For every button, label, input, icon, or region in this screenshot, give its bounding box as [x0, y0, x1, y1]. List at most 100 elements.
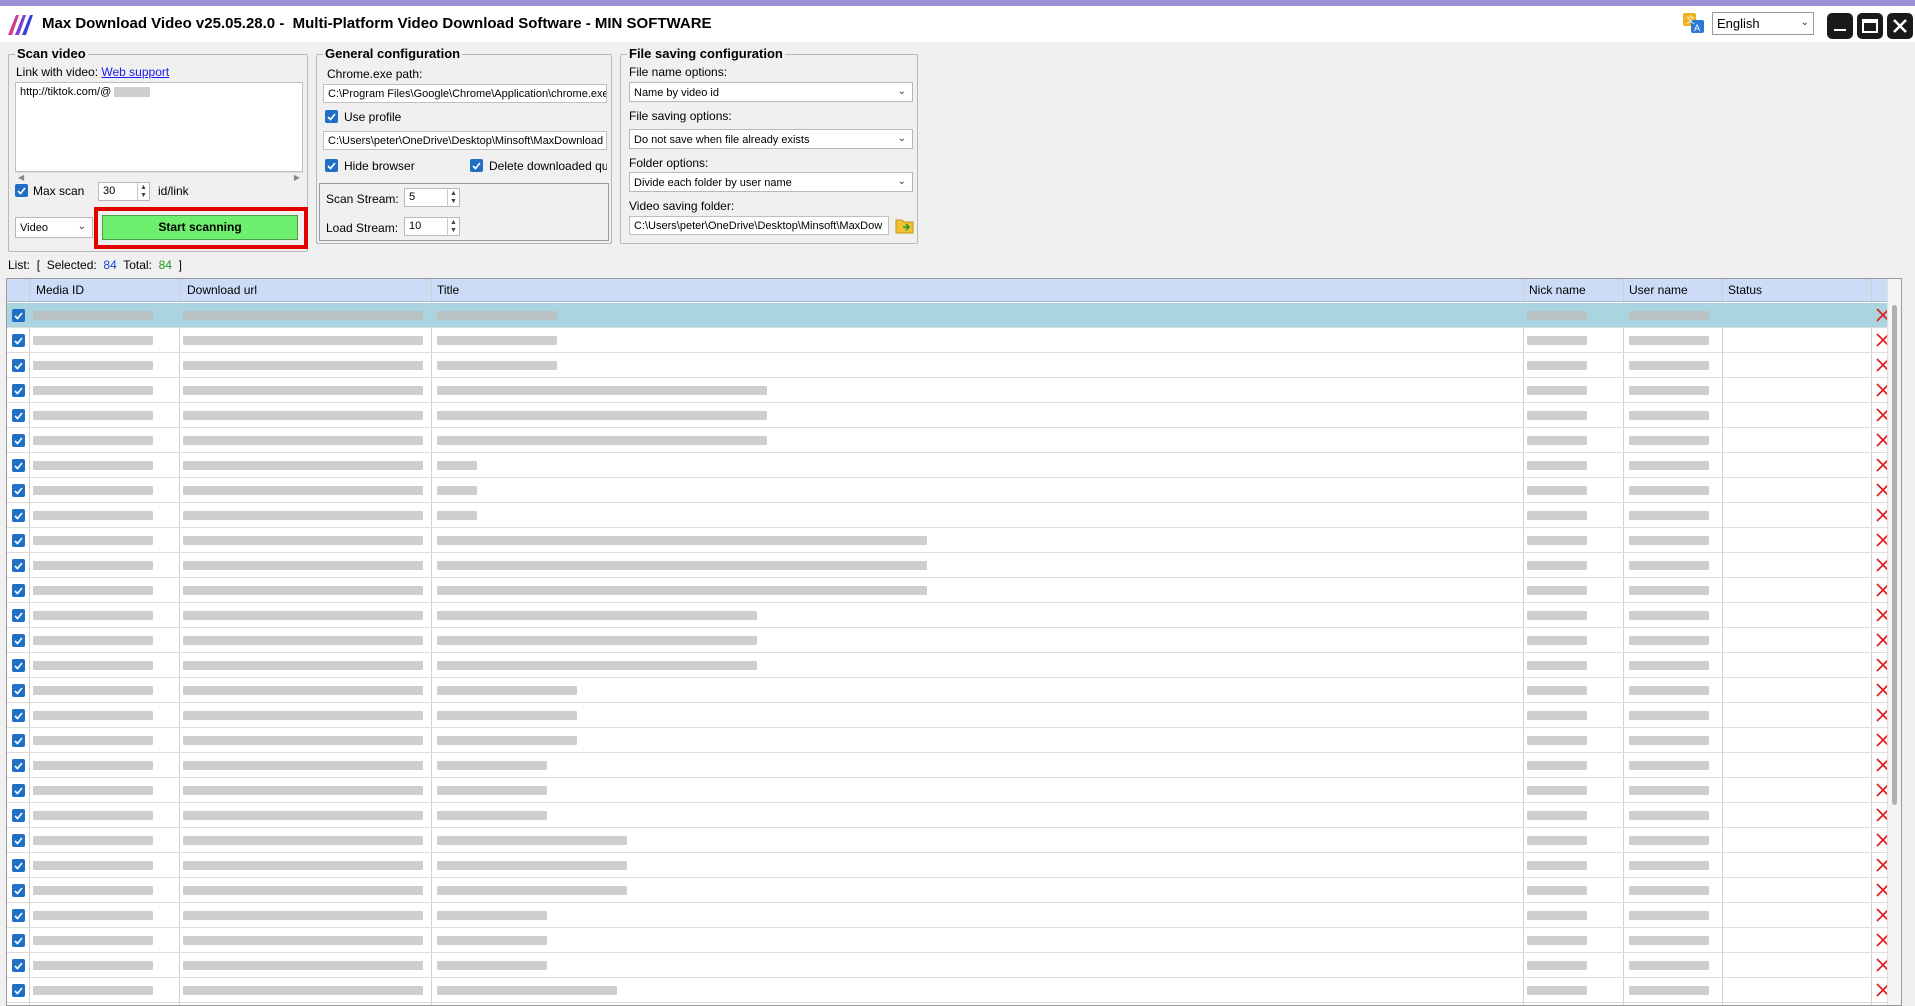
links-textarea[interactable]: http://tiktok.com/@ [15, 82, 303, 172]
col-media-id[interactable]: Media ID [36, 283, 84, 297]
folder-browse-icon[interactable] [895, 215, 915, 235]
table-row[interactable] [7, 678, 1890, 703]
row-checkbox[interactable] [12, 509, 25, 522]
row-checkbox[interactable] [12, 384, 25, 397]
table-row[interactable] [7, 828, 1890, 853]
row-checkbox[interactable] [12, 534, 25, 547]
col-nick-name[interactable]: Nick name [1529, 283, 1586, 297]
minimize-button[interactable] [1827, 13, 1853, 39]
row-checkbox[interactable] [12, 934, 25, 947]
row-checkbox[interactable] [12, 984, 25, 997]
row-checkbox[interactable] [12, 609, 25, 622]
max-scan-checkbox[interactable] [15, 184, 28, 197]
table-row[interactable] [7, 303, 1890, 328]
col-download-url[interactable]: Download url [187, 283, 257, 297]
table-row[interactable] [7, 703, 1890, 728]
row-checkbox[interactable] [12, 484, 25, 497]
row-checkbox[interactable] [12, 309, 25, 322]
col-status[interactable]: Status [1728, 283, 1762, 297]
scroll-right-icon[interactable]: ▶ [294, 173, 300, 182]
chrome-path-input[interactable]: C:\Program Files\Google\Chrome\Applicati… [323, 84, 607, 103]
row-checkbox[interactable] [12, 334, 25, 347]
load-stream-stepper[interactable]: 10 ▲ ▼ [404, 217, 460, 236]
row-checkbox[interactable] [12, 659, 25, 672]
redacted-cell [1629, 411, 1709, 420]
col-user-name[interactable]: User name [1629, 283, 1688, 297]
table-row[interactable] [7, 403, 1890, 428]
table-row[interactable] [7, 928, 1890, 953]
redacted-cell [33, 461, 153, 470]
table-row[interactable] [7, 853, 1890, 878]
table-row[interactable] [7, 878, 1890, 903]
stepper-buttons[interactable]: ▲ ▼ [137, 183, 149, 200]
folder-options-select[interactable]: Divide each folder by user name ⌄ [629, 172, 913, 192]
row-checkbox[interactable] [12, 359, 25, 372]
file-saving-select[interactable]: Do not save when file already exists ⌄ [629, 129, 913, 149]
use-profile-checkbox[interactable] [325, 110, 338, 123]
language-select[interactable]: English ⌄ [1712, 12, 1814, 35]
selected-count: 84 [103, 258, 117, 272]
profile-path-input[interactable]: C:\Users\peter\OneDrive\Desktop\Minsoft\… [323, 131, 607, 150]
max-scan-label: Max scan [33, 184, 85, 198]
check-icon [14, 337, 23, 345]
row-checkbox[interactable] [12, 434, 25, 447]
table-row[interactable] [7, 328, 1890, 353]
table-row[interactable] [7, 728, 1890, 753]
start-scanning-button[interactable]: Start scanning [102, 215, 298, 240]
redacted-cell [437, 811, 547, 820]
table-row[interactable] [7, 903, 1890, 928]
scroll-thumb[interactable] [1892, 305, 1897, 805]
table-row[interactable] [7, 628, 1890, 653]
table-row[interactable] [7, 378, 1890, 403]
row-checkbox[interactable] [12, 734, 25, 747]
hide-browser-checkbox[interactable] [325, 159, 338, 172]
table-row[interactable] [7, 803, 1890, 828]
table-row[interactable] [7, 353, 1890, 378]
media-type-select[interactable]: Video ⌄ [15, 217, 93, 238]
web-support-link[interactable]: Web support [101, 65, 169, 79]
stepper-buttons[interactable]: ▲ ▼ [447, 218, 459, 235]
scroll-left-icon[interactable]: ◀ [18, 173, 24, 182]
row-checkbox[interactable] [12, 684, 25, 697]
stepper-buttons[interactable]: ▲ ▼ [447, 189, 459, 206]
row-checkbox[interactable] [12, 709, 25, 722]
redacted-cell [183, 611, 423, 620]
table-row[interactable] [7, 478, 1890, 503]
row-checkbox[interactable] [12, 584, 25, 597]
row-checkbox[interactable] [12, 834, 25, 847]
row-checkbox[interactable] [12, 409, 25, 422]
table-row[interactable] [7, 428, 1890, 453]
links-hscrollbar[interactable]: ◀ ▶ [15, 172, 303, 184]
file-name-select[interactable]: Name by video id ⌄ [629, 82, 913, 102]
table-row[interactable] [7, 603, 1890, 628]
row-checkbox[interactable] [12, 884, 25, 897]
scan-stream-stepper[interactable]: 5 ▲ ▼ [404, 188, 460, 207]
table-row[interactable] [7, 953, 1890, 978]
row-checkbox[interactable] [12, 809, 25, 822]
media-list-table[interactable]: Media ID Download url Title Nick name Us… [6, 278, 1902, 1006]
row-checkbox[interactable] [12, 559, 25, 572]
table-row[interactable] [7, 578, 1890, 603]
row-checkbox[interactable] [12, 759, 25, 772]
maximize-button[interactable] [1857, 13, 1883, 39]
table-row[interactable] [7, 653, 1890, 678]
max-scan-stepper[interactable]: 30 ▲ ▼ [98, 182, 150, 201]
row-checkbox[interactable] [12, 634, 25, 647]
table-row[interactable] [7, 778, 1890, 803]
row-checkbox[interactable] [12, 784, 25, 797]
table-row[interactable] [7, 528, 1890, 553]
table-row[interactable] [7, 978, 1890, 1003]
close-button[interactable] [1887, 13, 1913, 39]
table-row[interactable] [7, 553, 1890, 578]
row-checkbox[interactable] [12, 909, 25, 922]
table-row[interactable] [7, 503, 1890, 528]
table-row[interactable] [7, 753, 1890, 778]
row-checkbox[interactable] [12, 859, 25, 872]
row-checkbox[interactable] [12, 459, 25, 472]
delete-downloaded-checkbox[interactable] [470, 159, 483, 172]
video-folder-input[interactable]: C:\Users\peter\OneDrive\Desktop\Minsoft\… [629, 216, 889, 235]
row-checkbox[interactable] [12, 959, 25, 972]
col-title[interactable]: Title [437, 283, 459, 297]
table-vscrollbar[interactable] [1887, 279, 1901, 1005]
table-row[interactable] [7, 453, 1890, 478]
